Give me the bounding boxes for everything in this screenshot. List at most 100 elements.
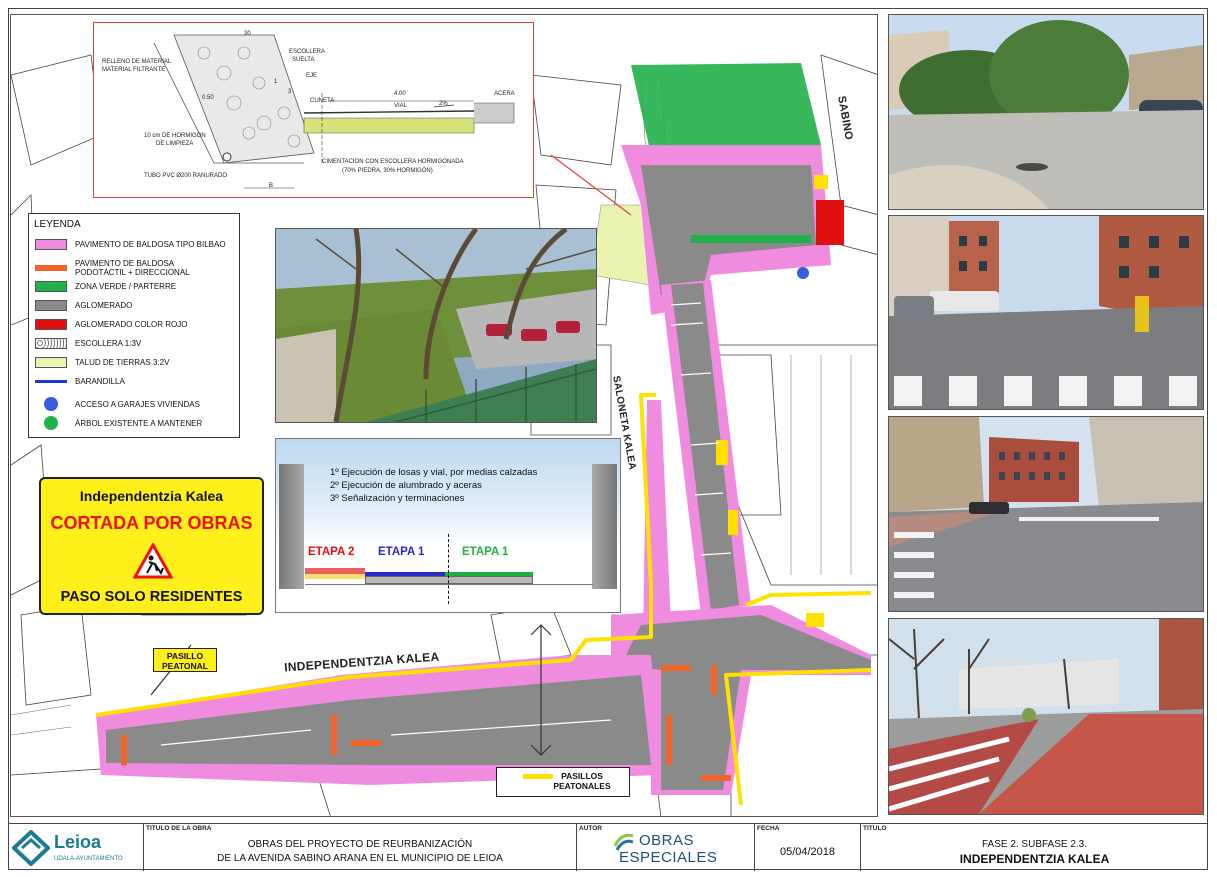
- autor-line-2: ESPECIALES: [619, 849, 718, 866]
- section-label-vial: VIAL: [394, 103, 408, 109]
- pasillo-peatonal-line2: PEATONAL: [162, 661, 208, 671]
- legend-item-barandilla: BARANDILLA: [35, 373, 125, 389]
- pasillos-peatonales-tag: PASILLOS PEATONALES: [496, 767, 630, 797]
- sign-line-3: PASO SOLO RESIDENTES: [60, 589, 243, 605]
- title-block-obra-cell: TITULO DE LA OBRA OBRAS DEL PROYECTO DE …: [143, 824, 576, 871]
- cap-titulo-obra: TITULO DE LA OBRA: [146, 825, 212, 832]
- legend-swatch: [35, 265, 67, 271]
- stage-axis-line: [448, 534, 449, 604]
- section-label-tubo: TUBO PVC Ø200 RANURADO: [144, 173, 228, 179]
- stage-ground-line: [305, 584, 593, 585]
- section-label-limpieza: DE LIMPIEZA: [156, 141, 194, 147]
- photo-slope-trees: [275, 228, 597, 423]
- legend-title: LEYENDA: [34, 219, 81, 230]
- legend-item-arbol: ÁRBOL EXISTENTE A MANTENER: [35, 415, 202, 431]
- legend-swatch: [35, 318, 67, 330]
- title-block-autor-cell: AUTOR OBRAS ESPECIALES: [576, 824, 754, 871]
- section-label-eje: EJE: [306, 73, 318, 79]
- photo-plaza-buildings-image: [889, 417, 1203, 611]
- section-label-cuneta: CUNETA: [310, 98, 335, 104]
- titulo-line-1: FASE 2. SUBFASE 2.3.: [981, 839, 1088, 850]
- legend-label: ÁRBOL EXISTENTE A MANTENER: [75, 418, 203, 428]
- legend-item-escollera: ESCOLLERA 1:3V: [35, 335, 141, 351]
- stage-step-3: 3º Señalización y terminaciones: [330, 493, 465, 504]
- photo-red-sidewalk-image: [889, 619, 1203, 814]
- section-label-proporcion: (70% PIEDRA, 30% HORMIGÓN): [342, 168, 433, 174]
- photo-street-crossing-image: [889, 216, 1203, 409]
- tree-icon: [44, 416, 58, 430]
- section-label-talud: 0.50: [202, 95, 214, 101]
- titulo-line-2: INDEPENDENTZIA KALEA: [959, 852, 1110, 866]
- legend-label: PAVIMENTO DE BALDOSA: [75, 259, 175, 268]
- section-label-pendiente: 2%: [439, 101, 448, 107]
- photo-plaza-buildings: [888, 416, 1204, 612]
- title-block-titulo-cell: TITULO FASE 2. SUBFASE 2.3. INDEPENDENTZ…: [860, 824, 1208, 871]
- legend-swatch: [35, 238, 67, 250]
- section-label-filtrante: MATERIAL FILTRANTE: [102, 67, 166, 73]
- photo-corner-garden-image: [889, 15, 1203, 209]
- cap-autor: AUTOR: [579, 825, 602, 832]
- sign-line-2: CORTADA POR OBRAS: [50, 513, 253, 533]
- legend-label-2: PODOTÁCTIL + DIRECCIONAL: [75, 268, 190, 277]
- legend-swatch: [35, 356, 67, 368]
- legend-item-aglomerado: AGLOMERADO: [35, 297, 132, 313]
- photo-red-sidewalk: [888, 618, 1204, 815]
- section-label-cimentacion: CIMENTACION CON ESCOLLERA HORMIGONADA: [322, 159, 464, 165]
- etapa-1-blue-label: ETAPA 1: [378, 546, 425, 558]
- cross-section-drawing: RELLENO DE MATERIAL MATERIAL FILTRANTE E…: [93, 22, 534, 198]
- autor-line-1: OBRAS: [639, 832, 695, 849]
- sign-line-1: Independentzia Kalea: [79, 488, 224, 504]
- legend-label: ESCOLLERA 1:3V: [75, 338, 142, 348]
- section-label-b: B: [269, 183, 274, 189]
- photo-corner-garden: [888, 14, 1204, 210]
- legend-label: BARANDILLA: [75, 376, 125, 386]
- legend: LEYENDA PAVIMENTO DE BALDOSA TIPO BILBAO…: [28, 213, 240, 438]
- pasillos-line2: PEATONALES: [553, 781, 611, 791]
- legend-item-podotactil: PAVIMENTO DE BALDOSA PODOTÁCTIL + DIRECC…: [35, 257, 190, 279]
- legend-label: AGLOMERADO: [75, 300, 133, 310]
- pasillo-peatonal-line1: PASILLO: [166, 651, 204, 661]
- legend-item-zona-verde: ZONA VERDE / PARTERRE: [35, 278, 176, 294]
- stage-step-2: 2º Ejecución de alumbrado y aceras: [330, 480, 482, 491]
- pasillo-peatonal-tag: PASILLO PEATONAL: [153, 648, 217, 672]
- pasillos-swatch: [523, 773, 554, 779]
- photo-street-crossing: [888, 215, 1204, 410]
- section-label-escollera: ESCOLLERA: [289, 49, 326, 55]
- legend-item-baldosa-bilbao: PAVIMENTO DE BALDOSA TIPO BILBAO: [35, 236, 226, 252]
- photo-slope-trees-image: [276, 229, 596, 422]
- legend-item-aglomerado-rojo: AGLOMERADO COLOR ROJO: [35, 316, 187, 332]
- cap-fecha: FECHA: [757, 825, 780, 832]
- legend-label: TALUD DE TIERRAS 3:2V: [75, 357, 170, 367]
- legend-label: ACCESO A GARAJES VIVIENDAS: [75, 399, 200, 409]
- fecha-value: 05/04/2018: [779, 846, 836, 858]
- obra-line-2: DE LA AVENIDA SABINO ARANA EN EL MUNICIP…: [217, 853, 503, 864]
- legend-swatch: [35, 379, 67, 383]
- title-block-logo-cell: Leioa UDALA-AYUNTAMIENTO: [8, 824, 143, 871]
- etapa-1-green-label: ETAPA 1: [462, 546, 509, 558]
- pasillos-line1: PASILLOS: [561, 771, 603, 781]
- section-label-relleno: RELLENO DE MATERIAL: [102, 59, 172, 65]
- section-label-suelta: SUELTA: [292, 57, 315, 63]
- pasillos-line1-row: PASILLOS: [497, 771, 629, 781]
- stage-road-bed: [365, 576, 533, 584]
- stages-diagram: 1º Ejecución de losas y vial, por medias…: [275, 438, 621, 613]
- legend-label: AGLOMERADO COLOR ROJO: [75, 319, 188, 329]
- leioa-logo-text: Leioa: [54, 832, 102, 852]
- title-block: Leioa UDALA-AYUNTAMIENTO TITULO DE LA OB…: [8, 823, 1208, 871]
- etapa-2-base: [305, 574, 365, 579]
- legend-item-acceso-garajes: ACCESO A GARAJES VIVIENDAS: [35, 396, 200, 412]
- section-label-ratio3: 3: [288, 89, 292, 95]
- garage-access-icon: [44, 397, 58, 411]
- legend-label: PAVIMENTO DE BALDOSA TIPO BILBAO: [75, 239, 226, 249]
- stage-step-1: 1º Ejecución de losas y vial, por medias…: [330, 467, 538, 478]
- etapa-2-label: ETAPA 2: [308, 546, 355, 558]
- cap-titulo: TITULO: [863, 825, 887, 832]
- roadwork-warning-icon: [133, 543, 173, 579]
- section-label-acera: ACERA: [494, 91, 515, 97]
- leioa-logo-icon: [12, 830, 50, 866]
- leioa-logo-subtext: UDALA-AYUNTAMIENTO: [54, 856, 123, 862]
- section-label-dim: 30: [244, 31, 251, 37]
- section-label-hormigon: 10 cm DE HORMIGON: [144, 133, 206, 139]
- legend-swatch: [35, 299, 67, 311]
- title-block-fecha-cell: FECHA 05/04/2018: [754, 824, 860, 871]
